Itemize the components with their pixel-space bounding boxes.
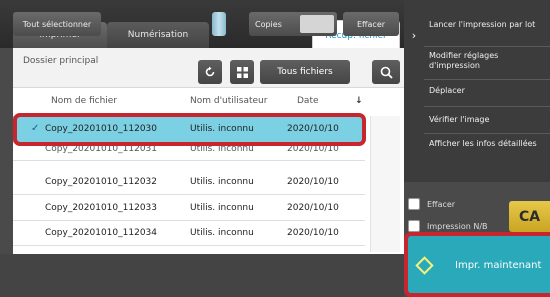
refresh-button[interactable] <box>198 60 222 84</box>
folder-bar: Dossier principal Tous fichiers <box>13 48 404 88</box>
copies-button[interactable]: Copies <box>249 12 337 36</box>
delete-button[interactable]: Effacer <box>343 12 399 36</box>
erase-checkbox[interactable] <box>408 198 420 210</box>
refresh-icon <box>205 66 215 77</box>
check-image-action[interactable]: Vérifier l'image <box>424 107 550 134</box>
sort-arrow-icon[interactable]: ↓ <box>355 96 363 106</box>
search-icon <box>380 66 393 79</box>
erase-label: Effacer <box>427 199 456 209</box>
bottom-toolbar <box>0 254 404 297</box>
move-action[interactable]: Déplacer <box>424 80 550 107</box>
table-row[interactable]: Copy_20201010_112033 Utilis. inconnu 202… <box>13 196 365 221</box>
column-header-user-name[interactable]: Nom d'utilisateur <box>190 96 267 106</box>
grid-icon <box>236 66 248 78</box>
file-name: Copy_20201010_112034 <box>45 228 157 238</box>
selection-highlight-frame <box>13 113 366 146</box>
column-header-file-name[interactable]: Nom de fichier <box>51 96 117 106</box>
file-name: Copy_20201010_112033 <box>45 203 157 213</box>
batch-print-action[interactable]: Lancer l'impression par lot <box>424 17 550 47</box>
bw-print-option[interactable]: Impression N/B <box>408 220 488 232</box>
column-header-date[interactable]: Date <box>297 96 319 106</box>
file-date: 2020/10/10 <box>287 228 339 238</box>
bw-print-label: Impression N/B <box>427 221 488 231</box>
show-details-action[interactable]: Afficher les infos détaillées <box>424 134 550 172</box>
user-name: Utilis. inconnu <box>190 228 254 238</box>
file-date: 2020/10/10 <box>287 203 339 213</box>
table-row[interactable]: Copy_20201010_112032 Utilis. inconnu 202… <box>13 170 365 195</box>
list-scrollbar[interactable] <box>370 116 400 252</box>
folder-label: Dossier principal <box>23 56 99 66</box>
table-row[interactable]: Copy_20201010_112034 Utilis. inconnu 202… <box>13 221 365 246</box>
bw-print-checkbox[interactable] <box>408 220 420 232</box>
file-list-panel: Dossier principal Tous fichiers Nom de f… <box>13 48 404 254</box>
erase-option[interactable]: Effacer <box>408 198 455 210</box>
file-name: Copy_20201010_112032 <box>45 177 157 187</box>
file-date: 2020/10/10 <box>287 177 339 187</box>
clear-all-button[interactable]: CA <box>509 201 550 232</box>
chevron-right-icon[interactable]: › <box>404 25 424 45</box>
user-name: Utilis. inconnu <box>190 177 254 187</box>
select-all-button[interactable]: Tout sélectionner <box>13 12 101 36</box>
copies-label: Copies <box>255 19 282 29</box>
storage-icon <box>212 12 226 36</box>
search-button[interactable] <box>372 60 400 84</box>
user-name: Utilis. inconnu <box>190 203 254 213</box>
file-filter-button[interactable]: Tous fichiers <box>260 60 350 84</box>
print-now-label: Impr. maintenant <box>455 260 542 271</box>
copies-count-field[interactable] <box>300 15 334 33</box>
thumbnail-view-button[interactable] <box>230 60 254 84</box>
tab-scan[interactable]: Numérisation <box>107 22 209 48</box>
modify-print-settings-action[interactable]: Modifier réglages d'impression <box>424 47 550 80</box>
